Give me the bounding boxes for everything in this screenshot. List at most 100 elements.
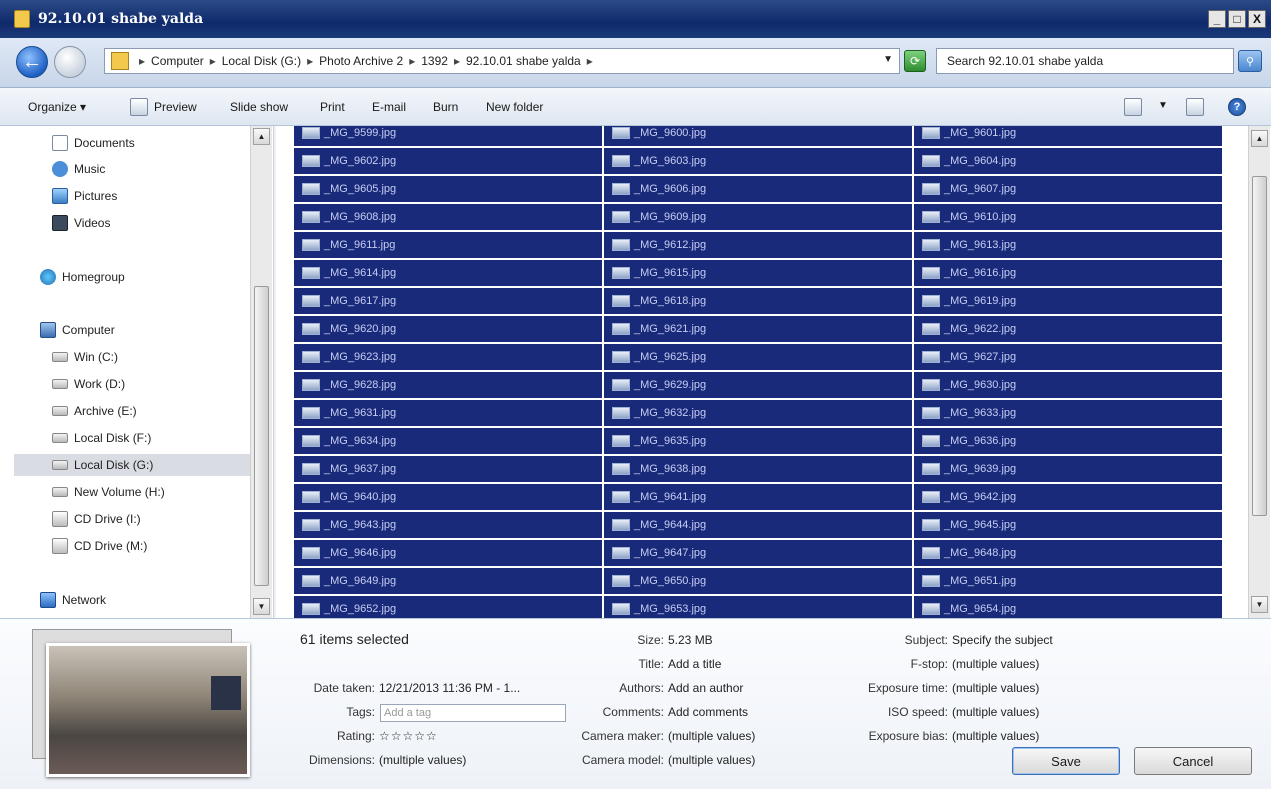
file-item[interactable]: _MG_9616.jpg bbox=[914, 260, 1222, 286]
sidebar-item-videos[interactable]: Videos bbox=[52, 212, 110, 234]
file-item[interactable]: _MG_9611.jpg bbox=[294, 232, 602, 258]
file-item[interactable]: _MG_9604.jpg bbox=[914, 148, 1222, 174]
file-item[interactable]: _MG_9637.jpg bbox=[294, 456, 602, 482]
forward-button[interactable] bbox=[54, 46, 86, 78]
file-item[interactable]: _MG_9617.jpg bbox=[294, 288, 602, 314]
file-item[interactable]: _MG_9605.jpg bbox=[294, 176, 602, 202]
sidebar-item-documents[interactable]: Documents bbox=[52, 132, 135, 154]
preview-pane-icon[interactable] bbox=[1186, 98, 1204, 116]
prop-value[interactable]: 12/21/2013 11:36 PM - 1... bbox=[379, 681, 520, 699]
prop-value[interactable]: (multiple values) bbox=[668, 753, 755, 771]
file-item[interactable]: _MG_9636.jpg bbox=[914, 428, 1222, 454]
nav-scrollbar-thumb[interactable] bbox=[254, 286, 269, 586]
sidebar-item-drive-e[interactable]: Archive (E:) bbox=[52, 400, 137, 422]
sidebar-item-pictures[interactable]: Pictures bbox=[52, 185, 117, 207]
prop-value[interactable]: (multiple values) bbox=[952, 729, 1039, 747]
rating-stars[interactable]: ☆☆☆☆☆ bbox=[379, 729, 438, 747]
view-icon[interactable] bbox=[1124, 98, 1142, 116]
sidebar-item-music[interactable]: Music bbox=[52, 158, 105, 180]
file-list-scrollbar[interactable]: ▲ ▼ bbox=[1248, 126, 1270, 618]
breadcrumb-photo-archive[interactable]: Photo Archive 2 bbox=[319, 54, 403, 68]
file-item[interactable]: _MG_9632.jpg bbox=[604, 400, 912, 426]
file-item[interactable]: _MG_9634.jpg bbox=[294, 428, 602, 454]
file-item[interactable]: _MG_9641.jpg bbox=[604, 484, 912, 510]
scroll-up-icon[interactable]: ▲ bbox=[253, 128, 270, 145]
file-item[interactable]: _MG_9623.jpg bbox=[294, 344, 602, 370]
breadcrumb-separator[interactable]: ▸ bbox=[210, 54, 216, 68]
scroll-up-icon[interactable]: ▲ bbox=[1251, 130, 1268, 147]
sidebar-item-drive-d[interactable]: Work (D:) bbox=[52, 373, 125, 395]
sidebar-item-cd-drive-i[interactable]: CD Drive (I:) bbox=[52, 508, 141, 530]
new-folder-button[interactable]: New folder bbox=[486, 100, 543, 114]
prop-value[interactable]: (multiple values) bbox=[952, 705, 1039, 723]
file-item[interactable]: _MG_9638.jpg bbox=[604, 456, 912, 482]
file-item[interactable]: _MG_9608.jpg bbox=[294, 204, 602, 230]
prop-value[interactable]: Specify the subject bbox=[952, 633, 1053, 651]
file-item[interactable]: _MG_9607.jpg bbox=[914, 176, 1222, 202]
breadcrumb-local-disk-g[interactable]: Local Disk (G:) bbox=[222, 54, 301, 68]
file-item[interactable]: _MG_9609.jpg bbox=[604, 204, 912, 230]
prop-value[interactable]: Add comments bbox=[668, 705, 748, 723]
chevron-down-icon[interactable]: ▼ bbox=[883, 54, 893, 65]
prop-value[interactable]: (multiple values) bbox=[952, 681, 1039, 699]
breadcrumb-separator[interactable]: ▸ bbox=[139, 54, 145, 68]
breadcrumb-computer[interactable]: Computer bbox=[151, 54, 204, 68]
file-item[interactable]: _MG_9642.jpg bbox=[914, 484, 1222, 510]
breadcrumb-1392[interactable]: 1392 bbox=[421, 54, 448, 68]
maximize-button[interactable]: □ bbox=[1228, 10, 1246, 28]
sidebar-item-drive-c[interactable]: Win (C:) bbox=[52, 346, 118, 368]
file-item[interactable]: _MG_9602.jpg bbox=[294, 148, 602, 174]
sidebar-item-cd-drive-m[interactable]: CD Drive (M:) bbox=[52, 535, 147, 557]
file-item[interactable]: _MG_9620.jpg bbox=[294, 316, 602, 342]
file-item[interactable]: _MG_9653.jpg bbox=[604, 596, 912, 618]
file-item[interactable]: _MG_9603.jpg bbox=[604, 148, 912, 174]
file-item[interactable]: _MG_9613.jpg bbox=[914, 232, 1222, 258]
breadcrumb-separator[interactable]: ▸ bbox=[587, 54, 593, 68]
close-button[interactable]: X bbox=[1248, 10, 1266, 28]
prop-value[interactable]: (multiple values) bbox=[668, 729, 755, 747]
search-icon[interactable]: ⚲ bbox=[1238, 50, 1262, 72]
breadcrumb-separator[interactable]: ▸ bbox=[307, 54, 313, 68]
file-item[interactable]: _MG_9635.jpg bbox=[604, 428, 912, 454]
file-item[interactable]: _MG_9652.jpg bbox=[294, 596, 602, 618]
prop-value[interactable]: Add a title bbox=[668, 657, 721, 675]
file-item[interactable]: _MG_9645.jpg bbox=[914, 512, 1222, 538]
file-item[interactable]: _MG_9600.jpg bbox=[604, 126, 912, 146]
file-item[interactable]: _MG_9648.jpg bbox=[914, 540, 1222, 566]
sidebar-item-computer[interactable]: Computer bbox=[40, 319, 115, 341]
refresh-icon[interactable]: ⟳ bbox=[904, 50, 926, 72]
breadcrumb[interactable]: ▸ Computer ▸ Local Disk (G:) ▸ Photo Arc… bbox=[104, 48, 900, 74]
sidebar-item-drive-f[interactable]: Local Disk (F:) bbox=[52, 427, 151, 449]
file-item[interactable]: _MG_9601.jpg bbox=[914, 126, 1222, 146]
file-item[interactable]: _MG_9630.jpg bbox=[914, 372, 1222, 398]
file-item[interactable]: _MG_9621.jpg bbox=[604, 316, 912, 342]
file-item[interactable]: _MG_9615.jpg bbox=[604, 260, 912, 286]
save-button[interactable]: Save bbox=[1012, 747, 1120, 775]
search-input[interactable]: Search 92.10.01 shabe yalda bbox=[936, 48, 1234, 74]
file-item[interactable]: _MG_9650.jpg bbox=[604, 568, 912, 594]
file-item[interactable]: _MG_9619.jpg bbox=[914, 288, 1222, 314]
file-item[interactable]: _MG_9599.jpg bbox=[294, 126, 602, 146]
email-button[interactable]: E-mail bbox=[372, 100, 406, 114]
file-item[interactable]: _MG_9639.jpg bbox=[914, 456, 1222, 482]
back-button[interactable]: ← bbox=[16, 46, 48, 78]
file-item[interactable]: _MG_9606.jpg bbox=[604, 176, 912, 202]
cancel-button[interactable]: Cancel bbox=[1134, 747, 1252, 775]
file-item[interactable]: _MG_9618.jpg bbox=[604, 288, 912, 314]
sidebar-item-drive-h[interactable]: New Volume (H:) bbox=[52, 481, 165, 503]
file-item[interactable]: _MG_9614.jpg bbox=[294, 260, 602, 286]
file-item[interactable]: _MG_9646.jpg bbox=[294, 540, 602, 566]
file-item[interactable]: _MG_9628.jpg bbox=[294, 372, 602, 398]
file-item[interactable]: _MG_9644.jpg bbox=[604, 512, 912, 538]
file-item[interactable]: _MG_9612.jpg bbox=[604, 232, 912, 258]
file-item[interactable]: _MG_9643.jpg bbox=[294, 512, 602, 538]
file-item[interactable]: _MG_9625.jpg bbox=[604, 344, 912, 370]
sidebar-item-drive-g[interactable]: Local Disk (G:) bbox=[14, 454, 250, 476]
breadcrumb-separator[interactable]: ▸ bbox=[454, 54, 460, 68]
file-item[interactable]: _MG_9631.jpg bbox=[294, 400, 602, 426]
minimize-button[interactable]: _ bbox=[1208, 10, 1226, 28]
help-icon[interactable]: ? bbox=[1228, 98, 1246, 116]
chevron-down-icon[interactable]: ▼ bbox=[1158, 100, 1168, 111]
file-item[interactable]: _MG_9622.jpg bbox=[914, 316, 1222, 342]
file-list-scrollbar-thumb[interactable] bbox=[1252, 176, 1267, 516]
